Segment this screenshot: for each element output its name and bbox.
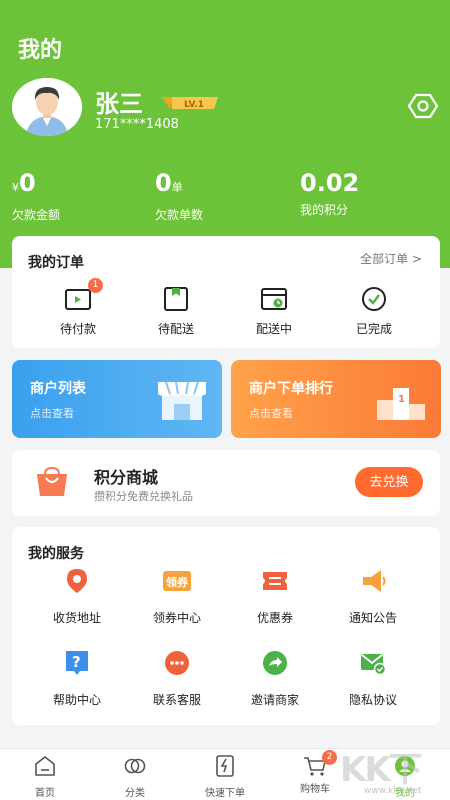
merchant-list-card[interactable]: 商户列表 点击查看 <box>12 360 222 438</box>
share-icon <box>263 651 287 675</box>
level-badge: LV.1 <box>162 95 218 111</box>
svg-text:领券: 领券 <box>165 575 189 589</box>
promo-subtitle: 点击查看 <box>249 407 293 420</box>
order-label: 待配送 <box>157 322 194 336</box>
service-label: 优惠券 <box>256 611 293 625</box>
stat-debt-amount[interactable]: ¥0 欠款金额 <box>12 168 60 223</box>
all-orders-link[interactable]: 全部订单 > <box>360 250 422 267</box>
tab-cart[interactable]: 2 购物车 <box>285 750 345 795</box>
order-in-delivery[interactable]: 配送中 <box>234 284 314 337</box>
username: 张三 <box>95 90 143 118</box>
settings-hex-icon <box>407 93 439 119</box>
location-icon <box>67 569 87 593</box>
service-help-center[interactable]: ? 帮助中心 <box>32 649 122 708</box>
phone-number: 171****1408 <box>95 117 179 132</box>
package-icon <box>164 287 188 311</box>
order-label: 配送中 <box>255 322 292 336</box>
stat-label: 我的积分 <box>300 203 349 217</box>
service-label: 帮助中心 <box>52 693 101 707</box>
quick-order-icon <box>216 755 234 777</box>
service-privacy-policy[interactable]: 隐私协议 <box>328 649 418 708</box>
shop-icon <box>158 381 206 420</box>
points-mall-subtitle: 攒积分免费兑换礼品 <box>94 490 193 503</box>
stat-label: 欠款单数 <box>155 208 204 222</box>
svg-text:1: 1 <box>398 394 405 405</box>
redeem-button[interactable]: 去兑换 <box>355 467 423 497</box>
coupon-center-icon: 领券 <box>163 571 191 591</box>
podium-icon: 1 <box>377 388 425 420</box>
ticket-icon <box>263 572 287 590</box>
points-mall-card[interactable]: 积分商城 攒积分免费兑换礼品 去兑换 <box>12 450 440 516</box>
service-label: 联系客服 <box>152 693 201 707</box>
svg-text:?: ? <box>72 653 81 671</box>
service-invite-merchant[interactable]: 邀请商家 <box>230 649 320 708</box>
currency-symbol: ¥ <box>12 181 19 194</box>
delivery-icon <box>261 288 287 310</box>
stat-points[interactable]: 0.02 我的积分 <box>300 168 359 218</box>
tab-home[interactable]: 首页 <box>15 755 75 799</box>
category-icon <box>124 758 146 774</box>
order-label: 已完成 <box>355 322 392 336</box>
services-title: 我的服务 <box>28 546 84 562</box>
promo-subtitle: 点击查看 <box>30 407 74 420</box>
service-label: 通知公告 <box>348 611 397 625</box>
service-label: 邀请商家 <box>250 693 299 707</box>
order-pending-payment[interactable]: 1 待付款 <box>38 278 118 337</box>
avatar[interactable] <box>12 78 82 136</box>
stat-label: 欠款金额 <box>12 208 61 222</box>
services-card: 我的服务 收货地址 领券 领券中心 优惠券 通知公告 ? 帮助中心 联系客服 邀… <box>12 527 440 725</box>
tab-label: 快速下单 <box>205 788 245 799</box>
help-icon: ? <box>66 651 88 675</box>
order-pending-delivery[interactable]: 待配送 <box>136 284 216 337</box>
cart-badge: 2 <box>322 750 337 765</box>
promo-title: 商户下单排行 <box>249 381 333 397</box>
page-title: 我的 <box>18 38 63 63</box>
tab-label: 分类 <box>125 788 145 799</box>
tab-label: 购物车 <box>300 784 330 795</box>
promo-title: 商户列表 <box>30 381 86 397</box>
order-completed[interactable]: 已完成 <box>334 284 414 337</box>
level-text: LV.1 <box>184 100 204 110</box>
tab-label: 首页 <box>35 788 55 799</box>
service-announcements[interactable]: 通知公告 <box>328 567 418 626</box>
settings-button[interactable] <box>407 93 439 119</box>
stat-value: 0 <box>19 169 36 197</box>
service-coupon-center[interactable]: 领券 领券中心 <box>132 567 222 626</box>
orders-card: 我的订单 全部订单 > 1 待付款 待配送 配送中 已完成 <box>12 236 440 348</box>
tab-category[interactable]: 分类 <box>105 755 165 799</box>
order-label: 待付款 <box>59 322 96 336</box>
chat-icon <box>165 651 189 675</box>
shopping-bag-icon <box>37 466 67 496</box>
privacy-mail-icon <box>361 654 387 676</box>
megaphone-icon <box>363 570 386 592</box>
service-label: 隐私协议 <box>348 693 397 707</box>
service-label: 领券中心 <box>152 611 201 625</box>
points-mall-title: 积分商城 <box>94 468 159 487</box>
profile-header: 我的 张三 LV.1 171****1408 ¥0 欠款金额 0单 欠款单数 0… <box>0 0 450 268</box>
service-coupons[interactable]: 优惠券 <box>230 567 320 626</box>
stat-debt-count[interactable]: 0单 欠款单数 <box>155 168 203 223</box>
watermark-url: www.kkx.net <box>364 786 422 796</box>
service-address[interactable]: 收货地址 <box>32 567 122 626</box>
check-circle-icon <box>362 287 386 311</box>
orders-title: 我的订单 <box>28 255 84 271</box>
merchant-ranking-card[interactable]: 商户下单排行 点击查看 1 <box>231 360 441 438</box>
tab-quick-order[interactable]: 快速下单 <box>195 755 255 799</box>
pending-payment-badge: 1 <box>88 278 103 293</box>
stat-value: 0.02 <box>300 169 360 197</box>
service-label: 收货地址 <box>52 611 101 625</box>
service-customer-support[interactable]: 联系客服 <box>132 649 222 708</box>
home-icon <box>35 755 55 776</box>
stat-value: 0 <box>155 169 172 197</box>
stat-unit: 单 <box>171 181 183 194</box>
